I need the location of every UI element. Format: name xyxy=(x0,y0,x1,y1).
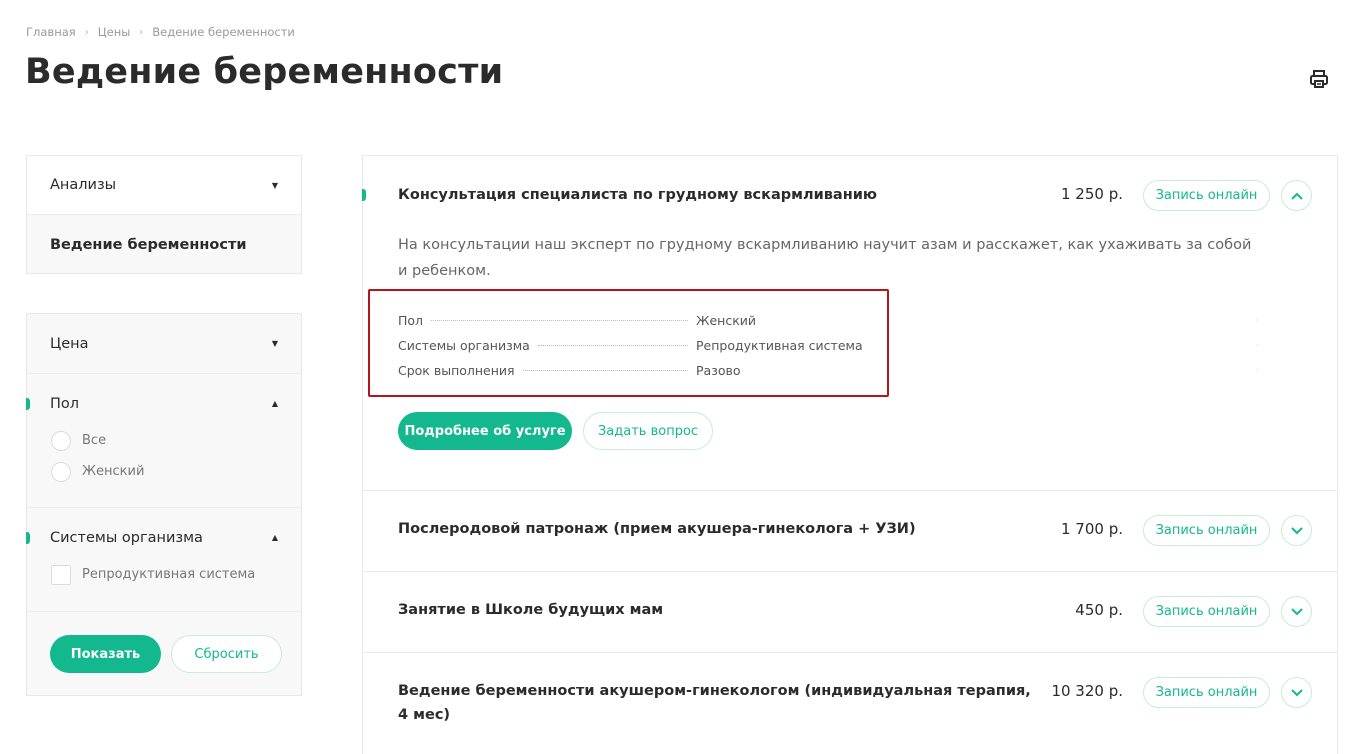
caret-up-icon: ▲ xyxy=(271,533,278,542)
service-price: 1 700 р. xyxy=(1061,520,1123,538)
category-item-analyses[interactable]: Анализы ▼ xyxy=(27,156,301,215)
filter-section-gender: Пол ▲ Все Женский xyxy=(26,374,301,508)
filter-panel: Цена ▼ Пол ▲ Все Женский Системы организ… xyxy=(26,313,302,696)
service-item: Консультация специалиста по грудному вск… xyxy=(362,156,1337,491)
book-online-button[interactable]: Запись онлайн xyxy=(1143,515,1270,546)
service-description: На консультации наш эксперт по грудному … xyxy=(398,237,1252,279)
filter-label: Пол xyxy=(50,395,80,412)
ask-question-button[interactable]: Задать вопрос xyxy=(583,412,713,450)
attribute-label: Пол xyxy=(398,313,424,328)
service-title[interactable]: Ведение беременности акушером-гинеколого… xyxy=(398,679,1038,727)
active-marker xyxy=(26,397,30,410)
service-item[interactable]: Занятие в Школе будущих мам 450 р. Запис… xyxy=(363,572,1337,653)
breadcrumb-item-home[interactable]: Главная xyxy=(26,25,76,39)
category-panel: Анализы ▼ Ведение беременности xyxy=(26,155,302,274)
active-marker xyxy=(26,531,30,544)
attribute-label: Срок выполнения xyxy=(398,363,515,378)
chevron-down-icon[interactable] xyxy=(1281,677,1312,708)
page-title: Ведение беременности xyxy=(25,52,504,92)
attribute-row: Пол Женский · xyxy=(398,313,1259,328)
breadcrumb-item-prices[interactable]: Цены xyxy=(98,25,131,39)
filter-header-systems[interactable]: Системы организма ▲ xyxy=(26,508,301,567)
breadcrumb-separator: › xyxy=(139,26,144,38)
printer-icon[interactable] xyxy=(1309,69,1329,89)
caret-down-icon: ▼ xyxy=(271,339,278,348)
attribute-row: Системы организма Репродуктивная система… xyxy=(398,338,1259,353)
attribute-value: Репродуктивная система xyxy=(696,338,863,353)
option-label: Репродуктивная система xyxy=(82,567,256,582)
active-marker xyxy=(362,189,366,201)
service-price: 10 320 р. xyxy=(1051,682,1123,700)
category-label: Ведение беременности xyxy=(50,236,247,253)
category-label: Анализы xyxy=(50,177,117,193)
filter-label: Цена xyxy=(50,335,89,352)
option-label: Женский xyxy=(82,464,145,479)
service-price: 1 250 р. xyxy=(1061,185,1123,203)
attribute-value: Разово xyxy=(696,363,741,378)
book-online-button[interactable]: Запись онлайн xyxy=(1143,596,1270,627)
reset-button[interactable]: Сбросить xyxy=(171,635,282,673)
chevron-up-icon[interactable] xyxy=(1281,180,1312,211)
book-online-button[interactable]: Запись онлайн xyxy=(1143,180,1270,211)
chevron-down-icon[interactable] xyxy=(1281,515,1312,546)
radio-option-female[interactable]: Женский xyxy=(27,456,301,487)
caret-down-icon: ▼ xyxy=(271,180,278,190)
service-details-button[interactable]: Подробнее об услуге xyxy=(398,412,572,450)
service-title[interactable]: Послеродовой патронаж (прием акушера-гин… xyxy=(398,517,916,541)
services-list: Консультация специалиста по грудному вск… xyxy=(362,155,1338,754)
book-online-button[interactable]: Запись онлайн xyxy=(1143,677,1270,708)
breadcrumb-separator: › xyxy=(84,26,89,38)
filter-section-systems: Системы организма ▲ Репродуктивная систе… xyxy=(26,508,301,612)
breadcrumb: Главная › Цены › Ведение беременности xyxy=(26,25,295,39)
chevron-down-icon[interactable] xyxy=(1281,596,1312,627)
service-title[interactable]: Консультация специалиста по грудному вск… xyxy=(398,183,877,207)
radio-button[interactable] xyxy=(51,461,71,482)
attribute-row: Срок выполнения Разово · xyxy=(398,363,1259,378)
attribute-value: Женский xyxy=(696,313,756,328)
filter-label: Системы организма xyxy=(50,529,203,546)
option-label: Все xyxy=(82,433,107,448)
filter-actions: Показать Сбросить xyxy=(27,612,301,673)
show-button[interactable]: Показать xyxy=(50,635,161,673)
filter-header-gender[interactable]: Пол ▲ xyxy=(26,374,301,433)
filter-header-price[interactable]: Цена ▼ xyxy=(27,314,301,373)
attribute-label: Системы организма xyxy=(398,338,530,353)
radio-button[interactable] xyxy=(51,430,71,451)
checkbox[interactable] xyxy=(51,564,71,585)
service-price: 450 р. xyxy=(1075,601,1123,619)
service-item[interactable]: Послеродовой патронаж (прием акушера-гин… xyxy=(363,491,1337,572)
service-item[interactable]: Ведение беременности акушером-гинеколого… xyxy=(363,653,1337,754)
service-title[interactable]: Занятие в Школе будущих мам xyxy=(398,598,663,622)
filter-section-price: Цена ▼ xyxy=(27,314,301,374)
service-attributes: Пол Женский · Системы организма Репродук… xyxy=(398,308,1298,383)
caret-up-icon: ▲ xyxy=(271,399,278,408)
breadcrumb-item-current: Ведение беременности xyxy=(152,25,295,39)
category-item-pregnancy[interactable]: Ведение беременности xyxy=(27,215,301,274)
